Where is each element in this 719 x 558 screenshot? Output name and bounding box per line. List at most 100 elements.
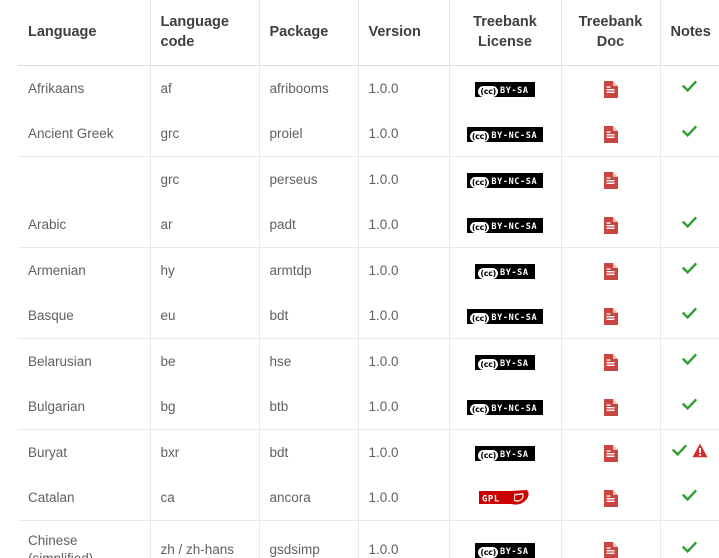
cell-language: Chinese (simplified) [18,521,150,558]
cell-version: 1.0.0 [358,339,449,385]
cc-logo-icon: (cc) [470,313,490,324]
cell-notes [660,111,719,157]
cell-language: Bulgarian [18,384,150,430]
treebank-doc-icon[interactable] [604,354,618,371]
creative-commons-license-badge[interactable]: (cc)BY-NC-SA [467,400,543,415]
cell-language: Afrikaans [18,66,150,112]
table-row: Afrikaansafafribooms1.0.0(cc)BY-SA [18,66,719,112]
cell-treebank-license: GPL [449,475,561,521]
column-header-version[interactable]: Version [358,0,449,66]
license-badge-label: BY-NC-SA [491,177,541,188]
cell-treebank-doc [561,430,660,476]
cell-package: bdt [259,430,358,476]
treebank-doc-icon[interactable] [604,490,618,507]
cell-language-code: hy [150,248,259,294]
column-header-treebank-license[interactable]: Treebank License [449,0,561,66]
column-header-language[interactable]: Language [18,0,150,66]
column-header-treebank-doc[interactable]: Treebank Doc [561,0,660,66]
treebank-doc-icon[interactable] [604,445,618,462]
cell-language: Armenian [18,248,150,294]
cell-language-code: af [150,66,259,112]
treebank-doc-icon[interactable] [604,172,618,189]
cell-treebank-license: (cc)BY-NC-SA [449,111,561,157]
table-row: Belarusianbehse1.0.0(cc)BY-SA [18,339,719,385]
table-row: Basqueeubdt1.0.0(cc)BY-NC-SA [18,293,719,339]
column-header-notes[interactable]: Notes [660,0,719,66]
treebank-doc-icon[interactable] [604,217,618,234]
cell-notes [660,384,719,430]
svg-text:GPL: GPL [482,494,500,504]
warning-triangle-icon[interactable] [692,443,708,458]
license-badge-label: BY-NC-SA [491,131,541,142]
creative-commons-license-badge[interactable]: (cc)BY-SA [475,543,534,558]
cell-package: perseus [259,157,358,203]
notes-icon-group [682,397,697,412]
cc-logo-icon: (cc) [478,450,498,461]
column-header-language-code[interactable]: Language code [150,0,259,66]
table-row: grcperseus1.0.0(cc)BY-NC-SA [18,157,719,203]
column-header-package[interactable]: Package [259,0,358,66]
treebank-doc-icon[interactable] [604,399,618,416]
cell-language: Basque [18,293,150,339]
cell-language: Catalan [18,475,150,521]
check-mark-icon [682,488,697,503]
cell-language: Ancient Greek [18,111,150,157]
notes-icon-group [682,215,697,230]
treebank-doc-icon[interactable] [604,308,618,325]
table-row: Bulgarianbgbtb1.0.0(cc)BY-NC-SA [18,384,719,430]
license-badge-label: BY-SA [500,359,533,370]
cell-package: proiel [259,111,358,157]
cell-treebank-doc [561,339,660,385]
treebank-doc-icon[interactable] [604,542,618,558]
check-mark-icon [682,352,697,367]
check-mark-icon [682,397,697,412]
cell-treebank-doc [561,66,660,112]
creative-commons-license-badge[interactable]: (cc)BY-SA [475,264,534,279]
creative-commons-license-badge[interactable]: (cc)BY-NC-SA [467,218,543,233]
cell-treebank-license: (cc)BY-SA [449,66,561,112]
table-row: Catalancaancora1.0.0GPL [18,475,719,521]
table-header: Language Language code Package Version T… [18,0,719,66]
check-mark-icon [682,124,697,139]
check-mark-icon [682,306,697,321]
cell-notes [660,521,719,558]
cell-version: 1.0.0 [358,111,449,157]
license-badge-label: BY-SA [500,450,533,461]
creative-commons-license-badge[interactable]: (cc)BY-SA [475,355,534,370]
table-header-row: Language Language code Package Version T… [18,0,719,66]
license-badge-label: BY-NC-SA [491,222,541,233]
treebank-doc-icon[interactable] [604,126,618,143]
cell-language [18,157,150,203]
gpl-license-badge[interactable]: GPL [478,488,532,508]
treebank-doc-icon[interactable] [604,263,618,280]
cell-language-code: zh / zh-hans [150,521,259,558]
cell-package: armtdp [259,248,358,294]
creative-commons-license-badge[interactable]: (cc)BY-SA [475,82,534,97]
cc-logo-icon: (cc) [470,177,490,188]
license-badge-label: BY-SA [500,86,533,97]
creative-commons-license-badge[interactable]: (cc)BY-NC-SA [467,127,543,142]
license-badge-label: BY-SA [500,547,533,558]
cell-notes [660,248,719,294]
creative-commons-license-badge[interactable]: (cc)BY-NC-SA [467,309,543,324]
cell-language-code: eu [150,293,259,339]
cell-notes [660,339,719,385]
creative-commons-license-badge[interactable]: (cc)BY-SA [475,446,534,461]
cell-version: 1.0.0 [358,430,449,476]
cell-treebank-doc [561,293,660,339]
treebank-doc-icon[interactable] [604,81,618,98]
cc-logo-icon: (cc) [478,86,498,97]
license-badge-label: BY-NC-SA [491,404,541,415]
check-mark-icon [682,79,697,94]
cell-treebank-license: (cc)BY-NC-SA [449,384,561,430]
cell-treebank-license: (cc)BY-SA [449,430,561,476]
cc-logo-icon: (cc) [478,547,498,558]
cc-logo-icon: (cc) [470,131,490,142]
cell-language: Arabic [18,202,150,248]
cell-treebank-doc [561,157,660,203]
creative-commons-license-badge[interactable]: (cc)BY-NC-SA [467,173,543,188]
notes-icon-group [682,261,697,276]
cell-treebank-license: (cc)BY-NC-SA [449,293,561,339]
cell-version: 1.0.0 [358,66,449,112]
cell-treebank-license: (cc)BY-NC-SA [449,202,561,248]
